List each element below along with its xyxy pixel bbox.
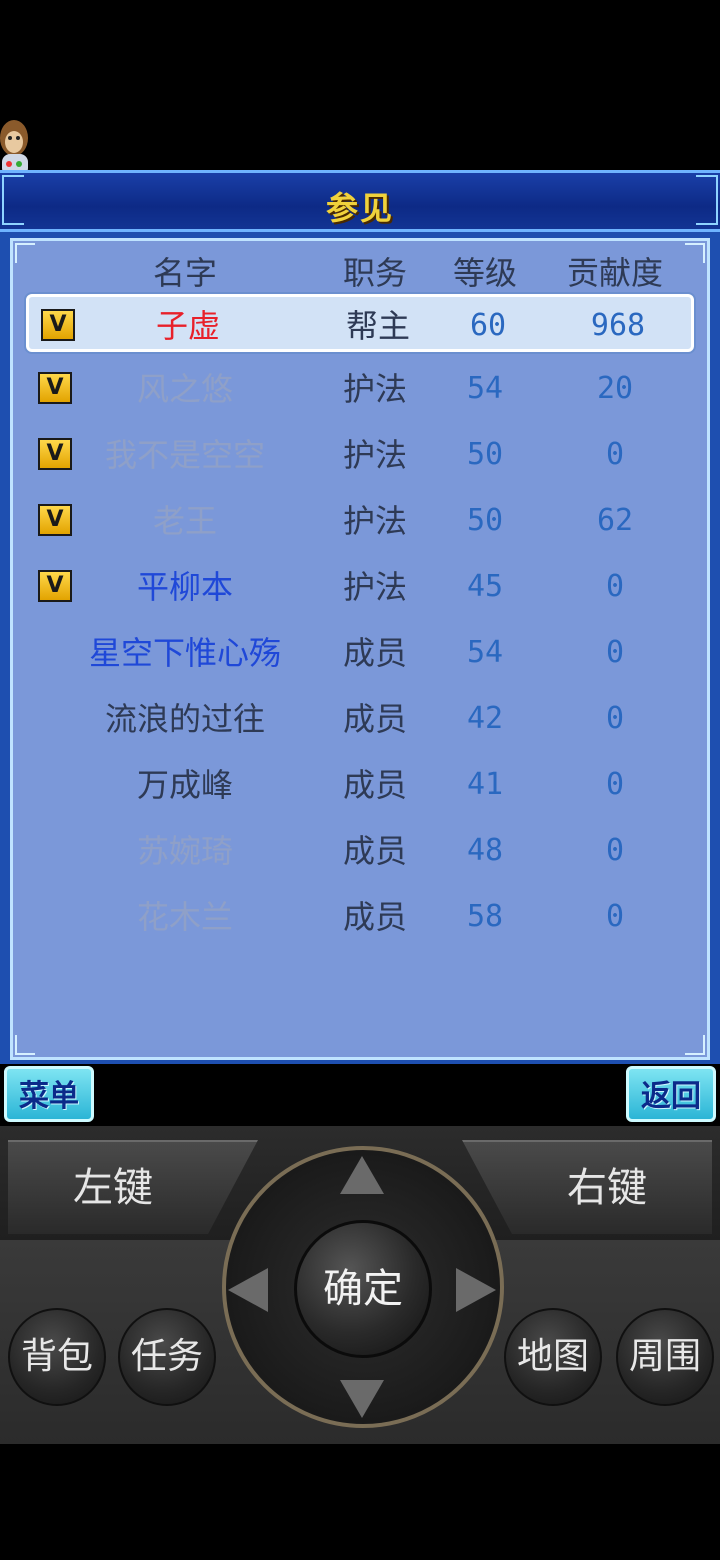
left-key-label: 左键 bbox=[73, 1165, 153, 1211]
member-role: 护法 bbox=[342, 502, 407, 540]
member-level: 48 bbox=[466, 833, 504, 868]
member-contribution: 0 bbox=[605, 767, 625, 802]
member-level: 45 bbox=[466, 569, 504, 604]
member-level: 54 bbox=[466, 635, 504, 670]
member-role: 成员 bbox=[342, 766, 407, 804]
member-name: 流浪的过往 bbox=[104, 700, 265, 738]
member-name: 万成峰 bbox=[136, 766, 233, 804]
vip-badge-icon: V bbox=[38, 504, 72, 536]
member-row[interactable]: 万成峰 成员 41 0 bbox=[26, 756, 694, 814]
member-row[interactable]: V 老王 护法 50 62 bbox=[26, 492, 694, 550]
map-button[interactable]: 地图 bbox=[504, 1308, 602, 1406]
member-name: 我不是空空 bbox=[104, 436, 265, 474]
member-role: 帮主 bbox=[345, 307, 410, 345]
member-name: 平柳本 bbox=[136, 568, 233, 606]
member-role: 成员 bbox=[342, 634, 407, 672]
member-contribution: 0 bbox=[605, 635, 625, 670]
member-name: 星空下惟心殇 bbox=[88, 634, 281, 672]
member-level: 54 bbox=[466, 371, 504, 406]
arrow-right-icon[interactable] bbox=[456, 1268, 496, 1312]
member-name: 老王 bbox=[152, 502, 217, 540]
member-role: 护法 bbox=[342, 568, 407, 606]
confirm-button[interactable]: 确定 bbox=[294, 1220, 432, 1358]
member-row[interactable]: V 我不是空空 护法 50 0 bbox=[26, 426, 694, 484]
back-softkey[interactable]: 返回 bbox=[626, 1066, 716, 1122]
vip-badge-icon: V bbox=[38, 438, 72, 470]
header-name: 名字 bbox=[152, 254, 217, 292]
member-name: 风之悠 bbox=[136, 370, 233, 408]
member-level: 41 bbox=[466, 767, 504, 802]
member-level: 50 bbox=[466, 503, 504, 538]
arrow-down-icon[interactable] bbox=[340, 1380, 384, 1418]
member-row[interactable]: V 风之悠 护法 54 20 bbox=[26, 360, 694, 418]
member-contribution: 0 bbox=[605, 437, 625, 472]
member-role: 成员 bbox=[342, 898, 407, 936]
page-title: 参见 bbox=[325, 189, 394, 227]
menu-softkey[interactable]: 菜单 bbox=[4, 1066, 94, 1122]
nearby-button[interactable]: 周围 bbox=[616, 1308, 714, 1406]
arrow-left-icon[interactable] bbox=[228, 1268, 268, 1312]
panel-corner-ornament bbox=[685, 243, 705, 263]
header-role: 职务 bbox=[342, 254, 407, 292]
member-level: 60 bbox=[469, 308, 507, 343]
title-bar: 参见 bbox=[0, 170, 720, 232]
member-row[interactable]: 苏婉琦 成员 48 0 bbox=[26, 822, 694, 880]
vip-badge-icon: V bbox=[38, 372, 72, 404]
vip-badge-icon: V bbox=[41, 309, 75, 341]
member-row[interactable]: V 平柳本 护法 45 0 bbox=[26, 558, 694, 616]
bag-button[interactable]: 背包 bbox=[8, 1308, 106, 1406]
header-level: 等级 bbox=[452, 254, 517, 292]
arrow-up-icon[interactable] bbox=[340, 1156, 384, 1194]
member-contribution: 968 bbox=[590, 308, 646, 343]
member-name: 子虚 bbox=[155, 307, 220, 345]
member-contribution: 0 bbox=[605, 899, 625, 934]
member-role: 成员 bbox=[342, 832, 407, 870]
member-role: 成员 bbox=[342, 700, 407, 738]
member-level: 42 bbox=[466, 701, 504, 736]
member-role: 护法 bbox=[342, 370, 407, 408]
member-name: 花木兰 bbox=[136, 898, 233, 936]
member-role: 护法 bbox=[342, 436, 407, 474]
member-name: 苏婉琦 bbox=[136, 832, 233, 870]
member-contribution: 62 bbox=[596, 503, 634, 538]
vip-badge-icon: V bbox=[38, 570, 72, 602]
member-row[interactable]: V 子虚 帮主 60 968 bbox=[26, 294, 694, 352]
member-level: 58 bbox=[466, 899, 504, 934]
member-contribution: 20 bbox=[596, 371, 634, 406]
member-level: 50 bbox=[466, 437, 504, 472]
header-contribution: 贡献度 bbox=[566, 254, 663, 292]
member-contribution: 0 bbox=[605, 701, 625, 736]
right-key-label: 右键 bbox=[567, 1165, 647, 1211]
panel-corner-ornament bbox=[15, 243, 35, 263]
panel-corner-ornament bbox=[15, 1035, 35, 1055]
panel-corner-ornament bbox=[685, 1035, 705, 1055]
member-contribution: 0 bbox=[605, 833, 625, 868]
member-row[interactable]: 流浪的过往 成员 42 0 bbox=[26, 690, 694, 748]
quest-button[interactable]: 任务 bbox=[118, 1308, 216, 1406]
member-row[interactable]: 花木兰 成员 58 0 bbox=[26, 888, 694, 946]
member-row[interactable]: 星空下惟心殇 成员 54 0 bbox=[26, 624, 694, 682]
member-contribution: 0 bbox=[605, 569, 625, 604]
